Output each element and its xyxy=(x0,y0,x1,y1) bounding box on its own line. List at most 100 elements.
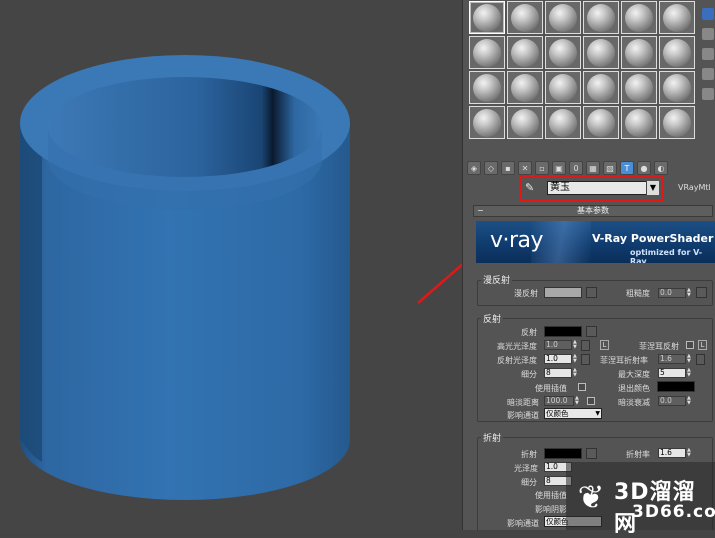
hilight-gloss-label: 高光光泽度 xyxy=(497,342,537,351)
material-name-field[interactable]: 黄玉 xyxy=(547,181,659,195)
roughness-spinner-arrows-icon[interactable]: ▲ ▼ xyxy=(687,288,693,298)
refl-gloss-spinner[interactable]: 1.0 xyxy=(544,354,572,364)
material-slot[interactable] xyxy=(659,36,695,69)
max-depth-spinner[interactable]: 5 xyxy=(658,368,686,378)
reset-map-icon[interactable]: ✕ xyxy=(518,161,532,175)
exit-color-label: 退出颜色 xyxy=(618,384,650,393)
fresnel-lock-button[interactable]: L xyxy=(698,340,707,350)
material-slot[interactable] xyxy=(621,71,657,104)
material-slot[interactable] xyxy=(583,106,619,139)
material-slot[interactable] xyxy=(583,71,619,104)
show-end-result-icon[interactable]: ▧ xyxy=(603,161,617,175)
sphere-preview-icon xyxy=(587,73,615,102)
reflect-label: 反射 xyxy=(521,328,537,337)
material-slot[interactable] xyxy=(659,106,695,139)
material-slot[interactable] xyxy=(583,1,619,34)
material-slot[interactable] xyxy=(545,71,581,104)
reflect-map-button[interactable] xyxy=(586,326,597,337)
refl-gloss-map-button[interactable] xyxy=(581,354,590,365)
material-slot[interactable] xyxy=(469,106,505,139)
refract-map-button[interactable] xyxy=(586,448,597,459)
material-slot[interactable] xyxy=(621,1,657,34)
hilight-gloss-arrows-icon[interactable]: ▲ ▼ xyxy=(573,340,579,350)
vray-banner: v·ray V-Ray PowerShader optimized for V-… xyxy=(476,221,715,263)
roughness-spinner[interactable]: 0.0 xyxy=(658,288,686,298)
ior-spinner[interactable]: 1.6 xyxy=(658,448,686,458)
material-slot[interactable] xyxy=(469,1,505,34)
hilight-lock-button[interactable]: L xyxy=(600,340,609,350)
material-slot[interactable] xyxy=(469,71,505,104)
fresnel-ior-map-button[interactable] xyxy=(696,354,705,365)
dim-distance-arrows-icon[interactable]: ▲ ▼ xyxy=(575,396,581,406)
uv-tiling-icon[interactable] xyxy=(702,68,714,80)
diffuse-color-swatch[interactable] xyxy=(544,287,582,298)
dim-distance-checkbox[interactable] xyxy=(587,397,595,405)
hilight-gloss-map-button[interactable] xyxy=(581,340,590,351)
dim-falloff-arrows-icon[interactable]: ▲ ▼ xyxy=(687,396,693,406)
eyedropper-icon[interactable]: ✎ xyxy=(525,181,537,195)
material-slot[interactable] xyxy=(545,36,581,69)
material-id-icon[interactable]: 0 xyxy=(569,161,583,175)
background-icon[interactable] xyxy=(702,48,714,60)
basic-params-rollout-header[interactable]: − 基本参数 xyxy=(473,205,713,217)
fresnel-ior-arrows-icon[interactable]: ▲ ▼ xyxy=(687,354,693,364)
material-slot[interactable] xyxy=(545,106,581,139)
make-unique-icon[interactable]: ▫ xyxy=(535,161,549,175)
refl-subdivs-arrows-icon[interactable]: ▲ ▼ xyxy=(573,368,579,378)
go-forward-icon[interactable]: ● xyxy=(637,161,651,175)
sample-type-icon[interactable] xyxy=(702,8,714,20)
sphere-preview-icon xyxy=(663,38,691,67)
refl-subdivs-label: 细分 xyxy=(521,370,537,379)
refl-affect-channels-label: 影响通道 xyxy=(507,411,539,420)
roughness-map-button[interactable] xyxy=(696,287,707,298)
material-slot[interactable] xyxy=(545,1,581,34)
refl-affect-channels-select[interactable]: 仅颜色 ▼ xyxy=(544,408,602,419)
fresnel-ior-spinner[interactable]: 1.6 xyxy=(658,354,686,364)
dim-distance-spinner[interactable]: 100.0 xyxy=(544,396,574,406)
banner-subtitle: optimized for V-Ray xyxy=(630,248,703,263)
viewport-perspective[interactable] xyxy=(0,0,545,530)
hilight-gloss-spinner[interactable]: 1.0 xyxy=(544,340,572,350)
put-to-scene-icon[interactable]: ◇ xyxy=(484,161,498,175)
material-slot[interactable] xyxy=(507,1,543,34)
refl-use-interp-checkbox[interactable] xyxy=(578,383,586,391)
reflect-color-swatch[interactable] xyxy=(544,326,582,337)
put-library-icon[interactable]: ▣ xyxy=(552,161,566,175)
go-to-parent-icon[interactable]: T xyxy=(620,161,634,175)
material-toolbar: ◈ ◇ ▪ ✕ ▫ ▣ 0 ▦ ▧ T ● ◐ xyxy=(467,158,712,178)
material-editor-panel: ◈ ◇ ▪ ✕ ▫ ▣ 0 ▦ ▧ T ● ◐ ✎ 黄玉 ▼ VRayMtl −… xyxy=(462,0,715,530)
material-slot[interactable] xyxy=(507,106,543,139)
material-slot[interactable] xyxy=(507,36,543,69)
exit-color-swatch[interactable] xyxy=(657,381,695,392)
backlight-icon[interactable] xyxy=(702,28,714,40)
material-slot[interactable] xyxy=(583,36,619,69)
max-depth-arrows-icon[interactable]: ▲ ▼ xyxy=(687,368,693,378)
sphere-preview-icon xyxy=(663,73,691,102)
material-slot[interactable] xyxy=(507,71,543,104)
material-slot[interactable] xyxy=(621,106,657,139)
sphere-preview-icon xyxy=(549,38,577,67)
name-dropdown-arrow-icon[interactable]: ▼ xyxy=(646,181,659,195)
sphere-preview-icon xyxy=(587,38,615,67)
material-type-button[interactable]: VRayMtl xyxy=(678,183,711,192)
material-slot[interactable] xyxy=(659,1,695,34)
show-map-icon[interactable]: ▦ xyxy=(586,161,600,175)
sphere-preview-icon xyxy=(663,108,691,137)
video-check-icon[interactable] xyxy=(702,88,714,100)
assign-material-icon[interactable]: ▪ xyxy=(501,161,515,175)
material-slot[interactable] xyxy=(469,36,505,69)
ior-arrows-icon[interactable]: ▲ ▼ xyxy=(687,448,693,458)
diffuse-map-button[interactable] xyxy=(586,287,597,298)
refl-subdivs-spinner[interactable]: 8 xyxy=(544,368,572,378)
get-material-icon[interactable]: ◈ xyxy=(467,161,481,175)
refl-gloss-arrows-icon[interactable]: ▲ ▼ xyxy=(573,354,579,364)
dim-distance-label: 暗淡距离 xyxy=(507,398,539,407)
refract-color-swatch[interactable] xyxy=(544,448,582,459)
sphere-preview-icon xyxy=(473,73,501,102)
select-by-material-icon[interactable]: ◐ xyxy=(654,161,668,175)
material-slot[interactable] xyxy=(621,36,657,69)
dim-falloff-spinner[interactable]: 0.0 xyxy=(658,396,686,406)
watermark: ❦ 3D溜溜网 3D66.com xyxy=(566,462,715,537)
material-slot[interactable] xyxy=(659,71,695,104)
fresnel-checkbox[interactable] xyxy=(686,341,694,349)
